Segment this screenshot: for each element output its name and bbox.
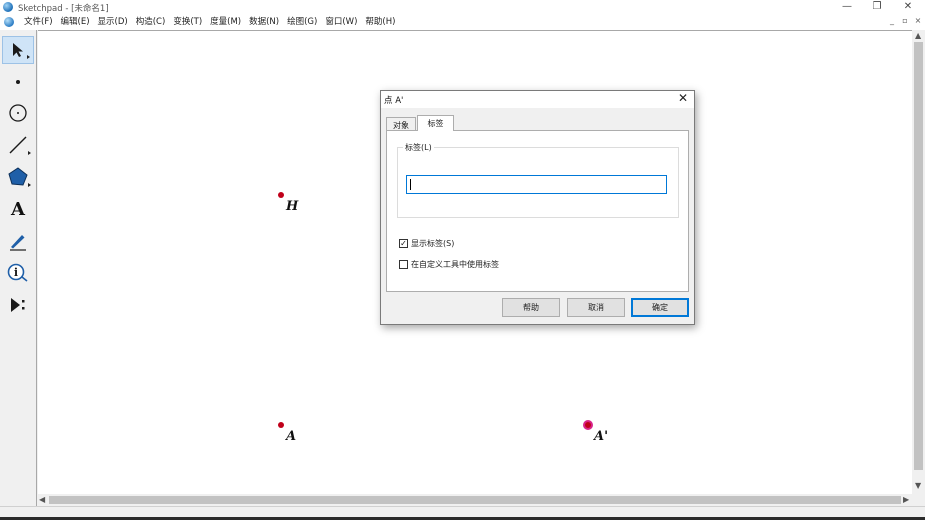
scroll-left-icon[interactable]: ◀ [39, 495, 45, 505]
menu-display[interactable]: 显示(D) [94, 16, 132, 28]
dialog-title-bar: 点 A' ✕ [381, 91, 694, 108]
arrow-pointer-icon [13, 43, 23, 57]
dialog-title: 点 A' [384, 96, 404, 106]
restore-button[interactable]: ❐ [862, 0, 892, 14]
window-title: Sketchpad - [未命名1] [18, 4, 109, 14]
scroll-up-icon[interactable]: ▲ [915, 31, 921, 41]
tab-object[interactable]: 对象 [386, 117, 416, 131]
scroll-right-icon[interactable]: ▶ [903, 495, 909, 505]
info-glyph: i [14, 266, 18, 279]
label-group-title: 标签(L) [403, 142, 434, 153]
point-tool[interactable] [2, 68, 34, 96]
menu-construct[interactable]: 构造(C) [132, 16, 170, 28]
point-a-prime[interactable] [583, 420, 593, 430]
information-tool[interactable]: i [2, 259, 34, 287]
horizontal-scroll-thumb[interactable] [49, 496, 901, 504]
vertical-scrollbar[interactable]: ▲ ▼ [912, 30, 925, 494]
point-a[interactable] [278, 422, 284, 428]
text-tool[interactable]: A [2, 195, 34, 223]
menu-number[interactable]: 数据(N) [245, 16, 283, 28]
use-label-in-custom-tools-option[interactable]: 在自定义工具中使用标签 [399, 259, 499, 270]
toolbox: A i [0, 30, 37, 520]
title-bar: Sketchpad - [未命名1] — ❐ ✕ [0, 0, 925, 14]
vertical-scroll-thumb[interactable] [914, 42, 923, 470]
info-icon: i [7, 263, 28, 282]
help-button[interactable]: 帮助 [502, 298, 560, 317]
dialog-close-icon[interactable]: ✕ [676, 92, 690, 106]
show-label-checkbox[interactable]: ✓ [399, 239, 408, 248]
document-icon[interactable] [4, 17, 14, 27]
circle-icon [9, 104, 27, 122]
point-properties-dialog: 点 A' ✕ 对象 标签 标签(L) ✓ 显示标签(S) 在自定义工具中使用标签… [380, 90, 695, 325]
menu-measure[interactable]: 度量(M) [206, 16, 245, 28]
pen-icon [10, 235, 26, 251]
menu-help[interactable]: 帮助(H) [361, 16, 399, 28]
label-text-input[interactable] [406, 175, 667, 194]
point-h-label[interactable]: H [286, 199, 298, 214]
show-label-text: 显示标签(S) [411, 239, 455, 248]
point-a-label[interactable]: A [286, 429, 296, 444]
text-icon: A [11, 198, 25, 220]
polygon-tool[interactable] [2, 163, 34, 191]
straightedge-tool[interactable] [2, 131, 34, 159]
doc-close-button[interactable]: × [912, 16, 924, 27]
menu-edit[interactable]: 编辑(E) [57, 16, 94, 28]
compass-tool[interactable] [2, 99, 34, 127]
show-label-option[interactable]: ✓ 显示标签(S) [399, 238, 454, 249]
marker-tool[interactable] [2, 227, 34, 255]
doc-restore-button[interactable]: ▫ [899, 16, 911, 27]
scroll-down-icon[interactable]: ▼ [915, 481, 921, 491]
point-a-prime-label[interactable]: A' [594, 429, 608, 444]
tab-label[interactable]: 标签 [417, 115, 454, 131]
menu-graph[interactable]: 绘图(G) [283, 16, 321, 28]
menu-items: 文件(F) 编辑(E) 显示(D) 构造(C) 变换(T) 度量(M) 数据(N… [20, 16, 399, 28]
use-label-in-custom-tools-text: 在自定义工具中使用标签 [411, 260, 499, 269]
menu-file[interactable]: 文件(F) [20, 16, 57, 28]
text-caret [410, 179, 411, 190]
minimize-button[interactable]: — [832, 0, 862, 14]
label-tab-panel: 标签(L) ✓ 显示标签(S) 在自定义工具中使用标签 [386, 130, 689, 292]
menu-window[interactable]: 窗口(W) [321, 16, 361, 28]
menu-bar: 文件(F) 编辑(E) 显示(D) 构造(C) 变换(T) 度量(M) 数据(N… [0, 14, 925, 30]
use-label-in-custom-tools-checkbox[interactable] [399, 260, 408, 269]
line-icon [9, 136, 27, 154]
custom-tools-tool[interactable] [2, 291, 34, 319]
close-button[interactable]: ✕ [893, 0, 923, 14]
sketchpad-logo-icon [3, 2, 13, 12]
doc-minimize-button[interactable]: _ [886, 16, 898, 27]
point-icon [16, 80, 20, 84]
selection-arrow-tool[interactable] [2, 36, 34, 64]
horizontal-scrollbar[interactable]: ◀ ▶ [38, 494, 912, 506]
polygon-icon [8, 167, 28, 186]
menu-transform[interactable]: 变换(T) [169, 16, 206, 28]
custom-tool-icon [11, 298, 25, 312]
ok-button[interactable]: 确定 [631, 298, 689, 317]
cancel-button[interactable]: 取消 [567, 298, 625, 317]
point-h[interactable] [278, 192, 284, 198]
label-group-box: 标签(L) [397, 142, 679, 218]
